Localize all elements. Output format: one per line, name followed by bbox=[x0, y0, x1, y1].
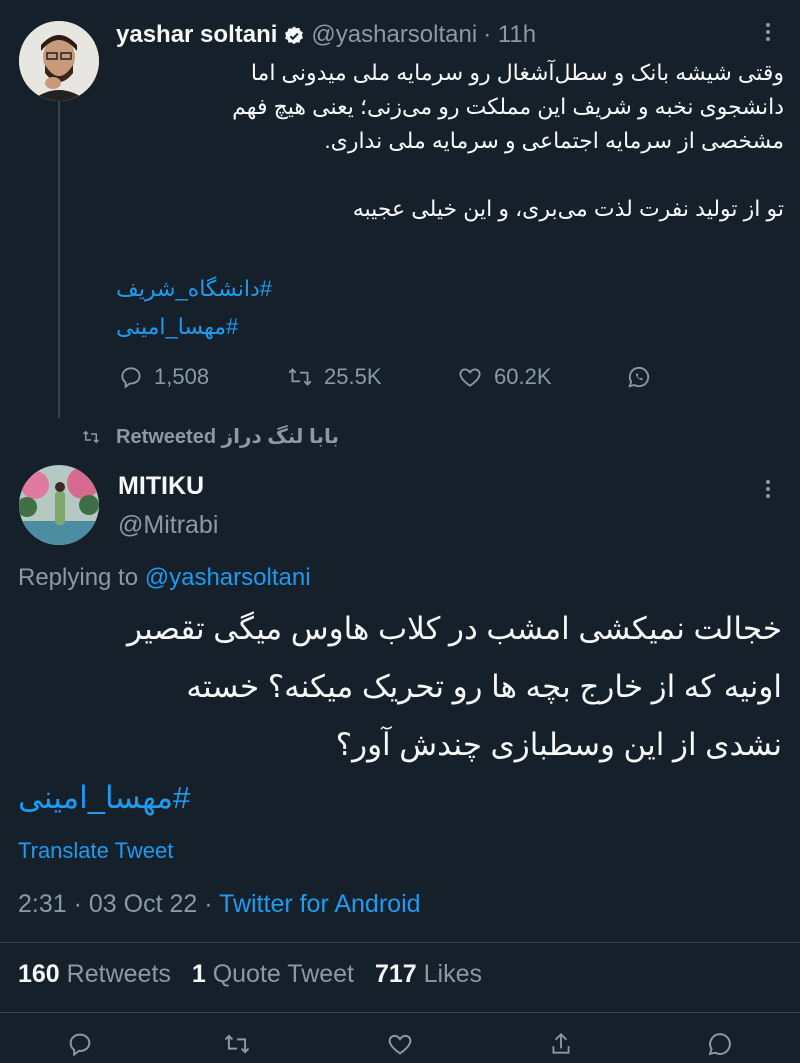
likes-count: 717 bbox=[374, 960, 417, 988]
retweet-small-icon bbox=[82, 430, 100, 443]
replying-to: Replying to @yasharsoltani bbox=[18, 564, 311, 592]
main-handle[interactable]: @Mitrabi bbox=[118, 511, 218, 540]
verified-badge-icon bbox=[283, 21, 305, 49]
main-display-name[interactable]: MITIKU bbox=[118, 472, 204, 501]
quotes-stat[interactable]: 1 Quote Tweet bbox=[192, 960, 361, 988]
likes-stat[interactable]: 717 Likes bbox=[375, 960, 482, 988]
tweet-text: وقتی شیشه بانک و سطل‌آشغال رو سرمایه ملی… bbox=[116, 56, 784, 226]
more-icon[interactable] bbox=[760, 20, 776, 48]
share-button[interactable] bbox=[548, 1030, 574, 1063]
whatsapp-button[interactable] bbox=[706, 1030, 734, 1063]
retweets-stat[interactable]: 160 Retweets bbox=[18, 960, 178, 988]
more-icon[interactable] bbox=[760, 477, 776, 505]
main-tweet-text: خجالت نمیکشی امشب در کلاب هاوس میگی تقصی… bbox=[18, 600, 782, 774]
text-line: وقتی شیشه بانک و سطل‌آشغال رو سرمایه ملی… bbox=[250, 60, 784, 85]
reply-icon bbox=[121, 367, 141, 389]
retweet-button[interactable] bbox=[222, 1030, 252, 1063]
retweet-icon bbox=[288, 368, 312, 386]
timestamp[interactable]: 2:31 · 03 Oct 22 · bbox=[18, 890, 213, 918]
text-line: نشدی از این وسطبازی چندش آور؟ bbox=[335, 727, 782, 762]
tweet-time[interactable]: · 11h bbox=[483, 21, 536, 49]
retweet-count: 25.5K bbox=[324, 364, 382, 389]
like-icon bbox=[459, 368, 481, 387]
reply-icon bbox=[69, 1033, 91, 1057]
retweeted-by-text: بابا لنگ دراز Retweeted bbox=[116, 426, 340, 448]
reply-action[interactable]: 1,508 bbox=[118, 364, 209, 390]
retweet-action[interactable]: 25.5K bbox=[286, 364, 382, 390]
handle[interactable]: @yasharsoltani bbox=[311, 21, 477, 49]
text-line: مشخصی از سرمایه اجتماعی و سرمایه ملی ندا… bbox=[324, 128, 784, 153]
avatar-yashar[interactable] bbox=[19, 21, 99, 101]
share-icon bbox=[552, 1032, 570, 1054]
quotes-label: Quote Tweet bbox=[212, 960, 354, 988]
divider bbox=[0, 942, 800, 943]
hashtag-sharif[interactable]: #دانشگاه_شریف bbox=[116, 276, 272, 302]
share-icon[interactable] bbox=[626, 364, 652, 395]
retweeted-by[interactable]: بابا لنگ دراز Retweeted bbox=[80, 424, 339, 449]
divider bbox=[0, 1012, 800, 1013]
thread-line bbox=[58, 100, 60, 418]
hashtag-mahsa-amini-main[interactable]: #مهسا_امینی bbox=[18, 780, 190, 816]
whatsapp-icon bbox=[708, 1033, 731, 1056]
avatar-mitiku[interactable] bbox=[19, 465, 99, 545]
tweet-meta: 2:31 · 03 Oct 22 · Twitter for Android bbox=[18, 890, 421, 919]
like-action[interactable]: 60.2K bbox=[456, 364, 552, 390]
translate-tweet-link[interactable]: Translate Tweet bbox=[18, 838, 173, 864]
retweets-label: Retweets bbox=[66, 960, 171, 988]
retweet-icon bbox=[224, 1034, 250, 1054]
like-icon bbox=[388, 1034, 412, 1055]
retweets-count: 160 bbox=[18, 960, 60, 988]
like-count: 60.2K bbox=[494, 364, 552, 389]
reply-button[interactable] bbox=[66, 1030, 94, 1063]
text-line: اونیه که از خارج بچه ها رو تحریک میکنه؟ … bbox=[186, 669, 782, 704]
reply-count: 1,508 bbox=[154, 364, 210, 389]
tweet-stats: 160 Retweets 1 Quote Tweet 717 Likes bbox=[18, 960, 482, 989]
replying-handle[interactable]: @yasharsoltani bbox=[145, 564, 311, 591]
text-line: خجالت نمیکشی امشب در کلاب هاوس میگی تقصی… bbox=[126, 611, 782, 646]
like-button[interactable] bbox=[386, 1030, 414, 1063]
hashtag-mahsa-amini[interactable]: #مهسا_امینی bbox=[116, 314, 238, 340]
text-line: دانشجوی نخبه و شریف این مملکت رو می‌زنی؛… bbox=[232, 94, 784, 119]
likes-label: Likes bbox=[423, 960, 482, 988]
replying-prefix: Replying to bbox=[18, 564, 139, 591]
text-line: تو از تولید نفرت لذت می‌بری، و این خیلی … bbox=[352, 196, 784, 221]
quotes-count: 1 bbox=[191, 960, 206, 988]
tweet-source[interactable]: Twitter for Android bbox=[219, 890, 420, 918]
display-name[interactable]: yashar soltani bbox=[116, 21, 277, 49]
tweet-header: yashar soltani @yasharsoltani · 11h bbox=[116, 20, 536, 50]
